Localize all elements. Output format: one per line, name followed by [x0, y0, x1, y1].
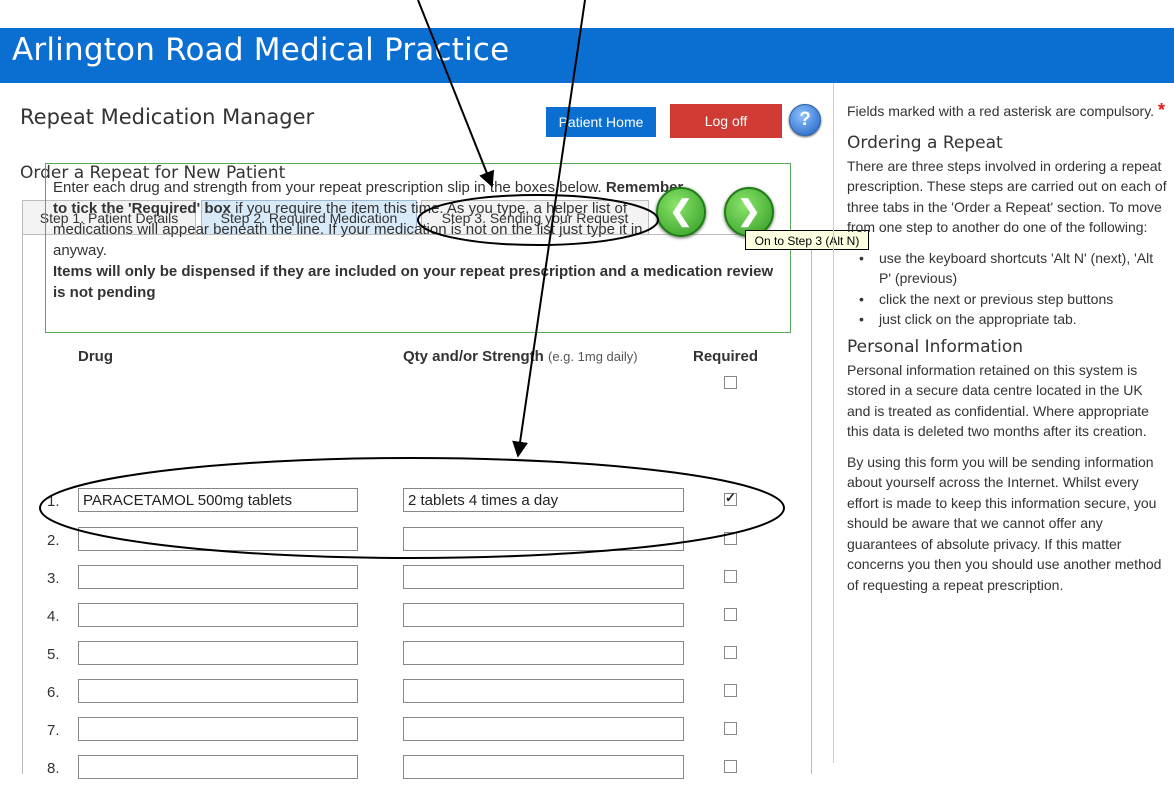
- sidebar-divider: [833, 83, 834, 763]
- privacy-text: By using this form you will be sending i…: [847, 453, 1162, 593]
- dispensing-warning: Items will only be dispensed if they are…: [53, 263, 774, 301]
- required-asterisk-icon: *: [1157, 100, 1165, 120]
- qty-strength-input[interactable]: [403, 679, 684, 703]
- app-title: Repeat Medication Manager: [20, 105, 315, 129]
- drug-input[interactable]: [78, 603, 358, 627]
- instructions-text: Enter each drug and strength from your r…: [53, 179, 684, 259]
- qty-column-hint: (e.g. 1mg daily): [548, 349, 638, 364]
- table-row: 7.: [0, 717, 830, 747]
- required-checkbox[interactable]: [724, 532, 737, 545]
- help-icon[interactable]: ?: [789, 104, 821, 136]
- drug-input[interactable]: [78, 641, 358, 665]
- qty-strength-input[interactable]: [403, 565, 684, 589]
- row-number: 3.: [47, 570, 60, 587]
- personal-info-text: Personal information retained on this sy…: [847, 361, 1149, 440]
- required-checkbox[interactable]: [724, 760, 737, 773]
- drug-input[interactable]: [78, 717, 358, 741]
- qty-strength-input[interactable]: [403, 488, 684, 512]
- help-sidebar: Fields marked with a red asterisk are co…: [847, 100, 1169, 605]
- ordering-heading: Ordering a Repeat: [847, 132, 1003, 153]
- row-number: 5.: [47, 646, 60, 663]
- required-select-all-checkbox[interactable]: [724, 376, 737, 389]
- table-row: 3.: [0, 565, 830, 595]
- compulsory-note: Fields marked with a red asterisk are co…: [847, 100, 1165, 120]
- list-item: just click on the appropriate tab.: [859, 309, 1169, 330]
- list-item: click the next or previous step buttons: [859, 289, 1169, 310]
- required-column-header: Required: [693, 348, 759, 365]
- log-off-button[interactable]: Log off: [670, 104, 782, 138]
- ordering-options-list: use the keyboard shortcuts 'Alt N' (next…: [847, 248, 1169, 330]
- site-banner: Arlington Road Medical Practice: [0, 28, 1174, 83]
- qty-strength-input[interactable]: [403, 603, 684, 627]
- table-row: 1.: [0, 488, 830, 518]
- qty-strength-input[interactable]: [403, 527, 684, 551]
- drug-input[interactable]: [78, 565, 358, 589]
- personal-info-heading: Personal Information: [847, 336, 1024, 357]
- qty-strength-input[interactable]: [403, 755, 684, 779]
- qty-strength-input[interactable]: [403, 641, 684, 665]
- table-row: 4.: [0, 603, 830, 633]
- drug-input[interactable]: [78, 527, 358, 551]
- ordering-text: There are three steps involved in orderi…: [847, 157, 1167, 236]
- drug-column-header: Drug: [78, 348, 113, 365]
- qty-column-header: Qty and/or Strength (e.g. 1mg daily): [403, 348, 638, 365]
- table-row: 8.: [0, 755, 830, 785]
- required-checkbox[interactable]: [724, 490, 737, 506]
- list-item: use the keyboard shortcuts 'Alt N' (next…: [859, 248, 1169, 289]
- required-checkbox[interactable]: [724, 608, 737, 621]
- row-number: 6.: [47, 684, 60, 701]
- row-number: 1.: [47, 493, 60, 510]
- table-row: 5.: [0, 641, 830, 671]
- table-row: 6.: [0, 679, 830, 709]
- required-checkbox[interactable]: [724, 684, 737, 697]
- row-number: 2.: [47, 532, 60, 549]
- required-checkbox[interactable]: [724, 570, 737, 583]
- drug-input[interactable]: [78, 679, 358, 703]
- qty-strength-input[interactable]: [403, 717, 684, 741]
- required-checkbox[interactable]: [724, 646, 737, 659]
- row-number: 7.: [47, 722, 60, 739]
- drug-input[interactable]: [78, 488, 358, 512]
- site-title: Arlington Road Medical Practice: [12, 32, 510, 68]
- patient-home-button[interactable]: Patient Home: [546, 107, 656, 137]
- required-checkbox[interactable]: [724, 722, 737, 735]
- drug-input[interactable]: [78, 755, 358, 779]
- top-strip: [0, 0, 1174, 28]
- row-number: 4.: [47, 608, 60, 625]
- previous-step-button[interactable]: ❮: [656, 187, 706, 237]
- table-row: 2.: [0, 527, 830, 557]
